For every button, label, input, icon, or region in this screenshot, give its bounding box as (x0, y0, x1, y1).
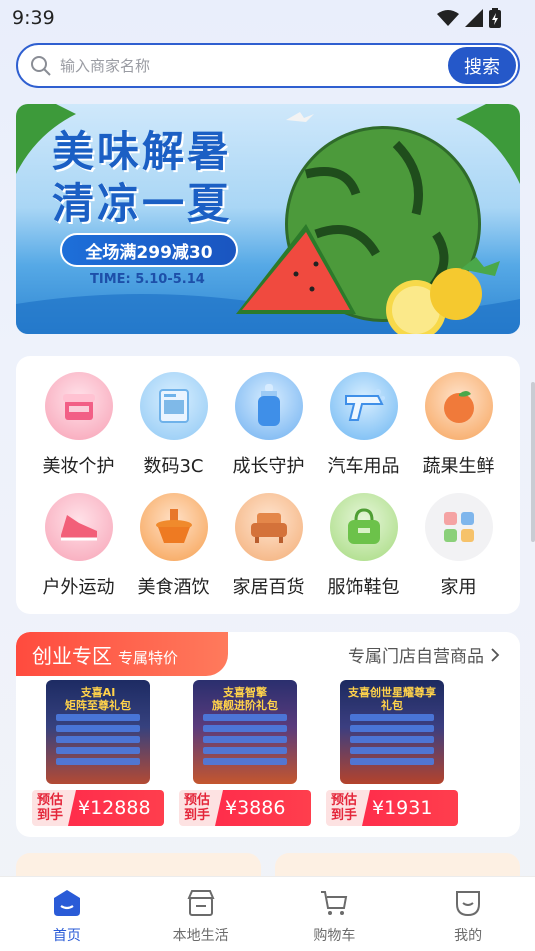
price-tag-line2: 到手 (330, 808, 357, 823)
status-icons (437, 8, 501, 28)
product-image: 支喜创世星耀尊享礼包 (340, 680, 444, 784)
product-image-title: 支喜智擎 旗舰进阶礼包 (212, 686, 278, 712)
appliance-icon (139, 372, 208, 440)
category-label: 汽车用品 (327, 456, 400, 477)
tab-profile[interactable]: 我的 (401, 877, 535, 951)
product-image-decoration (203, 714, 287, 769)
price-tag-line1: 预估 (36, 793, 63, 808)
banner-promo-badge: 全场满299减30 (60, 233, 238, 267)
signal-icon (465, 9, 483, 27)
product-image: 支喜智擎 旗舰进阶礼包 (193, 680, 297, 784)
tab-label: 首页 (52, 928, 81, 944)
category-item-apparel[interactable]: 服饰鞋包 (316, 493, 411, 599)
wifi-icon (437, 10, 459, 26)
category-item-home[interactable]: 家居百货 (221, 493, 316, 599)
chevron-right-icon (491, 647, 500, 662)
peach-icon (424, 372, 493, 440)
sneaker-icon (44, 493, 113, 561)
category-label: 美妆个护 (42, 456, 115, 477)
category-item-fresh[interactable]: 蔬果生鲜 (411, 372, 506, 478)
sofa-icon (234, 493, 303, 561)
category-item-car[interactable]: 汽车用品 (316, 372, 411, 478)
status-time: 9:39 (12, 7, 55, 29)
battery-icon (489, 8, 501, 28)
category-label: 蔬果生鲜 (422, 456, 495, 477)
handbag-icon (329, 493, 398, 561)
banner-title-line1: 美味解暑 (52, 127, 233, 176)
business-item[interactable]: 支喜AI 矩阵至尊礼包 预估 到手 ¥12888 (32, 680, 166, 826)
price-tag: 预估 到手 ¥12888 (32, 790, 164, 826)
price-tag-label: 预估 到手 (179, 793, 215, 823)
category-label: 户外运动 (42, 577, 115, 598)
grid-icon (424, 493, 493, 561)
business-more-link[interactable]: 专属门店自营商品 (348, 642, 500, 667)
category-label: 服饰鞋包 (327, 577, 400, 598)
category-label: 家用 (440, 577, 477, 598)
tab-home[interactable]: 首页 (0, 877, 134, 951)
category-item-household[interactable]: 家用 (411, 493, 506, 599)
baby-bottle-icon (234, 372, 303, 440)
category-item-outdoor[interactable]: 户外运动 (31, 493, 126, 599)
business-zone: 创业专区 专属特价 专属门店自营商品 支喜AI 矩阵至尊礼包 预估 到手 ¥12… (16, 632, 520, 837)
tab-cart[interactable]: 购物车 (268, 877, 402, 951)
product-image-decoration (350, 714, 434, 769)
product-image-title: 支喜创世星耀尊享礼包 (348, 686, 436, 712)
category-label: 数码3C (143, 456, 204, 477)
home-icon (51, 887, 83, 919)
store-icon (185, 887, 217, 919)
business-more-label: 专属门店自营商品 (348, 647, 484, 667)
price-tag: 预估 到手 ¥3886 (179, 790, 311, 826)
category-item-food[interactable]: 美食酒饮 (126, 493, 221, 599)
bottom-tab-bar: 首页 本地生活 购物车 我的 (0, 876, 535, 951)
price-tag-line2: 到手 (36, 808, 63, 823)
product-image-title: 支喜AI 矩阵至尊礼包 (65, 686, 131, 712)
search-button[interactable]: 搜索 (448, 47, 516, 84)
category-label: 美食酒饮 (137, 577, 210, 598)
business-zone-title: 创业专区 (32, 644, 112, 668)
cosmetics-icon (44, 372, 113, 440)
business-item[interactable]: 支喜智擎 旗舰进阶礼包 预估 到手 ¥3886 (179, 680, 313, 826)
search-icon (31, 55, 51, 76)
cart-icon (318, 887, 350, 919)
price-tag-label: 预估 到手 (32, 793, 68, 823)
search-bar[interactable]: 输入商家名称 搜索 (16, 43, 520, 88)
price-tag-line1: 预估 (330, 793, 357, 808)
category-item-digital[interactable]: 数码3C (126, 372, 221, 478)
price-tag-line2: 到手 (183, 808, 210, 823)
tab-label: 购物车 (313, 928, 356, 944)
tab-label: 本地生活 (172, 928, 229, 944)
banner-time: TIME: 5.10-5.14 (90, 272, 205, 287)
category-item-growth[interactable]: 成长守护 (221, 372, 316, 478)
tab-label: 我的 (454, 928, 483, 944)
price-value: ¥3886 (215, 790, 311, 826)
business-item[interactable]: 支喜创世星耀尊享礼包 预估 到手 ¥1931 (326, 680, 460, 826)
banner-title: 美味解暑 清凉一夏 (52, 126, 232, 230)
category-item-cosmetics[interactable]: 美妆个护 (31, 372, 126, 478)
business-zone-header[interactable]: 创业专区 专属特价 (16, 632, 228, 676)
price-value: ¥12888 (68, 790, 164, 826)
profile-icon (452, 887, 484, 919)
product-image: 支喜AI 矩阵至尊礼包 (46, 680, 150, 784)
price-tag-line1: 预估 (183, 793, 210, 808)
banner-title-line2: 清凉一夏 (52, 179, 233, 228)
hotpot-icon (139, 493, 208, 561)
business-zone-subtitle: 专属特价 (118, 649, 179, 667)
status-bar: 9:39 (0, 0, 535, 36)
product-image-decoration (56, 714, 140, 769)
car-wash-icon (329, 372, 398, 440)
category-label: 成长守护 (232, 456, 305, 477)
price-tag: 预估 到手 ¥1931 (326, 790, 458, 826)
price-tag-label: 预估 到手 (326, 793, 362, 823)
category-label: 家居百货 (232, 577, 305, 598)
promo-banner[interactable]: 美味解暑 清凉一夏 全场满299减30 TIME: 5.10-5.14 (16, 104, 520, 334)
price-value: ¥1931 (362, 790, 458, 826)
category-grid: 美妆个护 数码3C 成长守护 汽车用品 蔬果生鲜 户外运动 美食酒饮 家居百货 … (16, 356, 520, 614)
scrollbar[interactable] (531, 382, 535, 542)
tab-local-life[interactable]: 本地生活 (134, 877, 268, 951)
